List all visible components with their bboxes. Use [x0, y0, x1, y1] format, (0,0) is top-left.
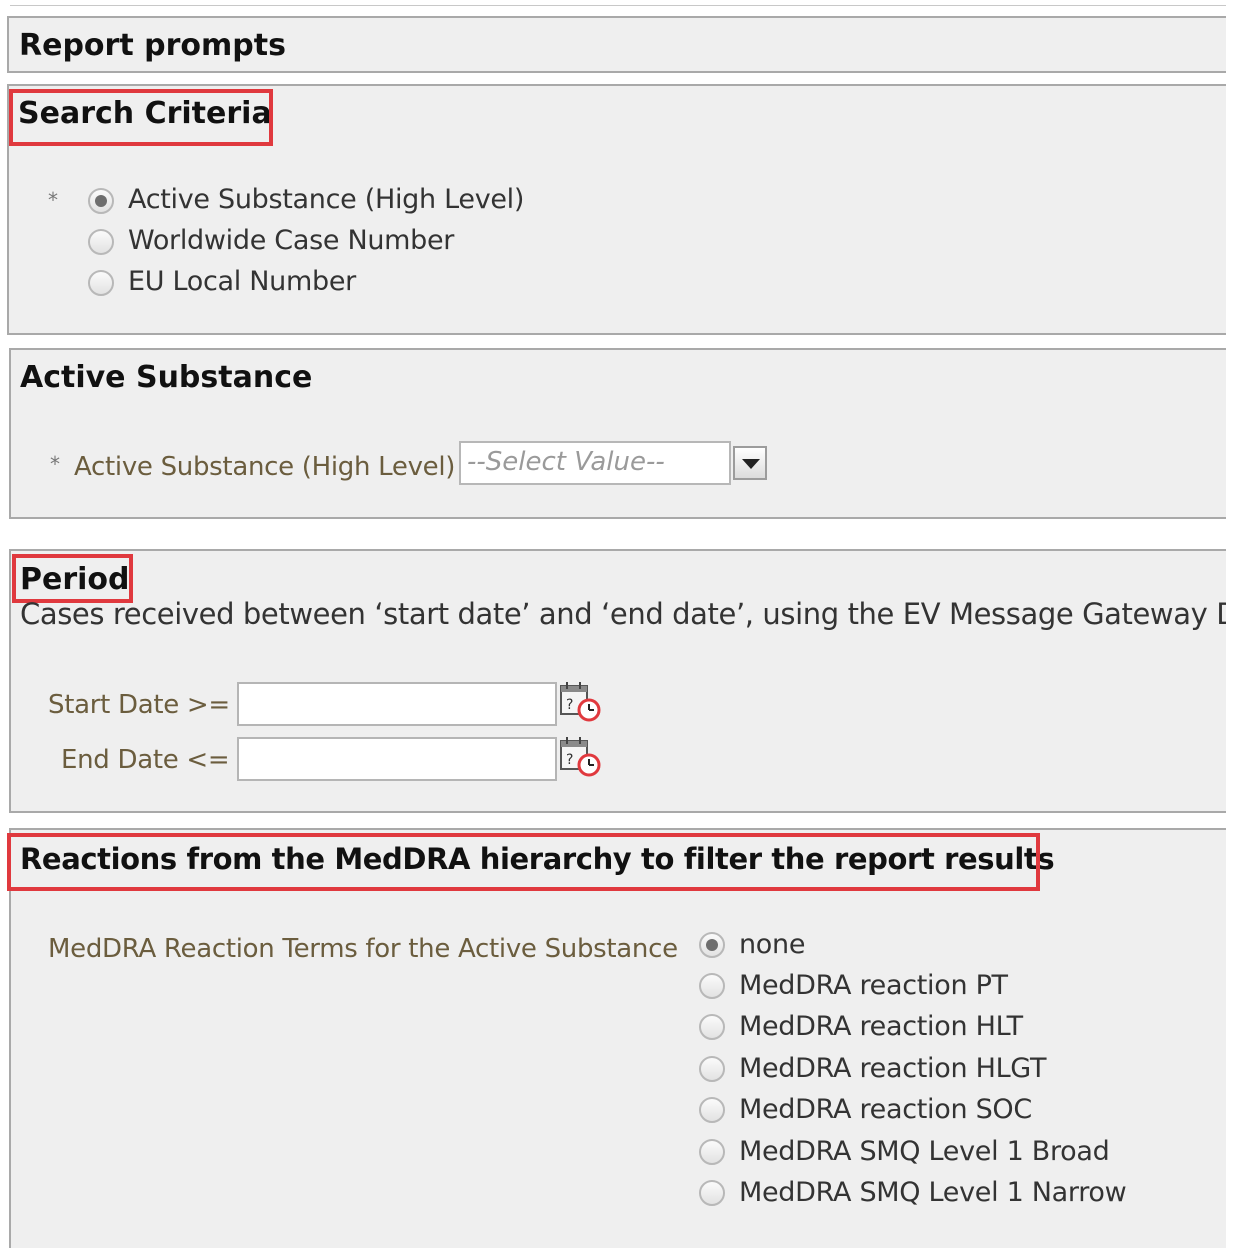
option-smq-broad-label: MedDRA SMQ Level 1 Broad — [739, 1136, 1110, 1167]
page-title: Report prompts — [19, 28, 286, 63]
radio-meddra-hlgt[interactable] — [699, 1056, 725, 1082]
radio-worldwide-case-number[interactable] — [88, 229, 114, 255]
calendar-clock-icon[interactable]: ? — [558, 735, 602, 779]
top-divider — [10, 5, 1226, 6]
option-none-label: none — [739, 929, 806, 960]
option-smq-narrow-label: MedDRA SMQ Level 1 Narrow — [739, 1177, 1127, 1208]
radio-meddra-hlt[interactable] — [699, 1014, 725, 1040]
calendar-clock-icon[interactable]: ? — [558, 680, 602, 724]
active-substance-title: Active Substance — [20, 360, 313, 395]
search-criteria-highlight — [9, 89, 273, 146]
radio-eu-local-number[interactable] — [88, 270, 114, 296]
dropdown-arrow-button[interactable] — [733, 446, 767, 480]
active-substance-field-label: Active Substance (High Level) — [74, 452, 456, 482]
radio-active-substance[interactable] — [88, 188, 114, 214]
period-description: Cases received between ‘start date’ and … — [20, 597, 1226, 631]
option-meddra-hlt-label: MedDRA reaction HLT — [739, 1011, 1023, 1042]
option-meddra-hlgt-label: MedDRA reaction HLGT — [739, 1053, 1047, 1084]
svg-text:?: ? — [566, 697, 573, 713]
required-mark: * — [50, 452, 60, 476]
radio-meddra-pt[interactable] — [699, 973, 725, 999]
option-meddra-soc-label: MedDRA reaction SOC — [739, 1094, 1032, 1125]
svg-text:?: ? — [566, 752, 573, 768]
period-highlight — [12, 554, 133, 603]
option-worldwide-case-number-label: Worldwide Case Number — [128, 225, 455, 256]
reactions-highlight — [7, 833, 1040, 891]
report-prompts-header: Report prompts — [7, 16, 1226, 73]
radio-smq-broad[interactable] — [699, 1139, 725, 1165]
start-date-label: Start Date >= — [48, 690, 230, 720]
option-active-substance-label: Active Substance (High Level) — [128, 184, 525, 215]
active-substance-select[interactable]: --Select Value-- — [459, 441, 731, 485]
end-date-label: End Date <= — [61, 745, 230, 775]
start-date-input[interactable] — [237, 682, 557, 726]
radio-none[interactable] — [699, 932, 725, 958]
radio-meddra-soc[interactable] — [699, 1097, 725, 1123]
option-meddra-pt-label: MedDRA reaction PT — [739, 970, 1008, 1001]
meddra-reaction-terms-label: MedDRA Reaction Terms for the Active Sub… — [48, 934, 678, 964]
option-eu-local-number-label: EU Local Number — [128, 266, 356, 297]
end-date-input[interactable] — [237, 737, 557, 781]
radio-smq-narrow[interactable] — [699, 1180, 725, 1206]
required-mark: * — [48, 188, 58, 212]
